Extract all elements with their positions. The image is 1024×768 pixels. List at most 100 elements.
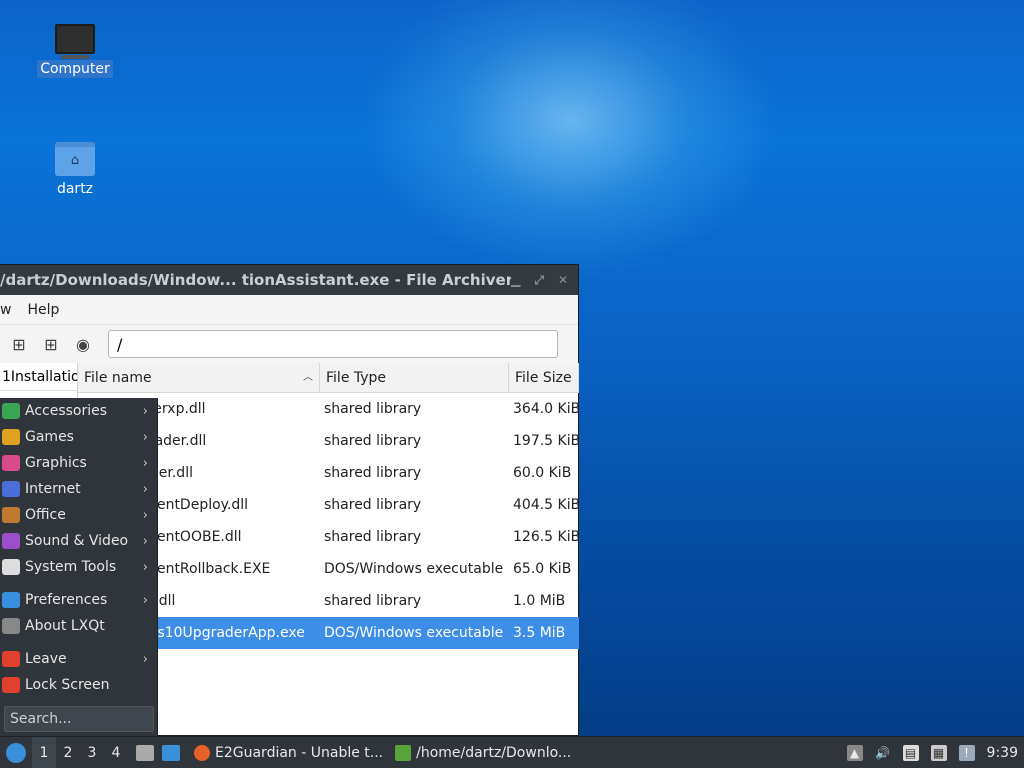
menu-item-sound-video[interactable]: Sound & Video › <box>0 528 157 554</box>
column-label: File name <box>84 370 152 386</box>
desktop-switch-1[interactable]: 1 <box>32 736 56 768</box>
category-icon <box>2 677 20 693</box>
menu-search-input[interactable]: Search... <box>4 706 154 732</box>
menu-item-office[interactable]: Office › <box>0 502 157 528</box>
category-icon <box>2 559 20 575</box>
file-manager-icon[interactable] <box>136 744 154 761</box>
chevron-right-icon: › <box>142 559 148 575</box>
category-icon <box>2 403 20 419</box>
clipboard-icon[interactable]: ▤ <box>902 744 919 761</box>
menu-item-label: Preferences <box>25 592 108 608</box>
menu-item-system-tools[interactable]: System Tools › <box>0 554 157 580</box>
volume-icon[interactable]: 🔊 <box>875 745 891 761</box>
menu-item-label: Accessories <box>25 403 108 419</box>
menu-item-about-lxqt[interactable]: About LXQt <box>0 613 157 639</box>
column-header-type[interactable]: File Type <box>320 363 509 393</box>
menubar: w Help <box>0 295 578 325</box>
lxqt-logo-icon <box>6 742 26 763</box>
menu-item-graphics[interactable]: Graphics › <box>0 450 157 476</box>
archive-icon <box>395 744 412 761</box>
desktop-icon-computer[interactable]: Computer <box>35 24 115 78</box>
minimize-icon[interactable]: ▁ <box>511 273 520 288</box>
window-titlebar[interactable]: /dartz/Downloads/Window... tionAssistant… <box>0 265 578 295</box>
application-menu: Accessories › Games › Graphics › Internet › Offi… <box>0 398 158 736</box>
menu-item-lock-screen[interactable]: Lock Screen <box>0 672 157 698</box>
add-file-icon[interactable]: ⊞ <box>10 335 28 354</box>
sidebar-item[interactable]: 1Installatio <box>0 363 77 391</box>
file-size: 126.5 KiB <box>513 529 579 545</box>
desktop-switch-2[interactable]: 2 <box>56 737 80 768</box>
wallpaper-glow <box>360 0 780 280</box>
system-tray: ▲ 🔊 ▤ ▦ ! 9:39 <box>846 744 1024 761</box>
menu-view[interactable]: w <box>0 302 27 318</box>
category-icon <box>2 651 20 667</box>
menu-item-leave[interactable]: Leave › <box>0 646 157 672</box>
desktop-icon-label: Computer <box>37 60 113 78</box>
file-type: shared library <box>324 433 422 449</box>
network-icon[interactable]: ▦ <box>930 744 947 761</box>
category-icon <box>2 429 20 445</box>
menu-item-games[interactable]: Games › <box>0 424 157 450</box>
sort-ascending-icon: ︿ <box>303 372 313 383</box>
task-e2guardian[interactable]: E2Guardian - Unable t... <box>188 744 389 761</box>
update-notification-icon[interactable]: ! <box>958 744 975 761</box>
desktop-icon-home[interactable]: ⌂ dartz <box>35 142 115 198</box>
desktop-switch-3[interactable]: 3 <box>80 737 104 768</box>
menu-item-internet[interactable]: Internet › <box>0 476 157 502</box>
file-size: 404.5 KiB <box>513 497 579 513</box>
task-file-archiver[interactable]: /home/dartz/Downlo... <box>389 744 577 761</box>
start-menu-button[interactable] <box>0 737 32 768</box>
file-type: shared library <box>324 401 422 417</box>
toolbar: ⊞ ⊞ ◉ / <box>0 325 578 363</box>
menu-item-label: System Tools <box>25 559 117 575</box>
menu-item-label: Games <box>25 429 74 445</box>
add-folder-icon[interactable]: ⊞ <box>42 335 60 354</box>
stop-icon[interactable]: ◉ <box>74 335 92 354</box>
window-title: /dartz/Downloads/Window... tionAssistant… <box>0 271 512 289</box>
menu-item-label: Graphics <box>25 455 87 471</box>
file-type: DOS/Windows executable <box>324 625 504 641</box>
file-type: shared library <box>324 529 422 545</box>
file-size: 197.5 KiB <box>513 433 579 449</box>
clock[interactable]: 9:39 <box>987 745 1018 761</box>
file-size: 60.0 KiB <box>513 465 572 481</box>
home-folder-icon: ⌂ <box>55 142 95 176</box>
file-list-header: File name ︿ File Type File Size <box>78 363 579 393</box>
show-desktop-icon[interactable] <box>162 744 180 761</box>
file-size: 65.0 KiB <box>513 561 572 577</box>
task-label: E2Guardian - Unable t... <box>215 744 384 761</box>
computer-icon <box>55 24 95 59</box>
category-icon <box>2 592 20 608</box>
desktop-icon-label: dartz <box>56 181 94 197</box>
file-type: shared library <box>324 465 422 481</box>
chevron-right-icon: › <box>142 507 148 523</box>
menu-item-label: About LXQt <box>25 618 105 634</box>
category-icon <box>2 481 20 497</box>
file-size: 3.5 MiB <box>513 625 566 641</box>
menu-item-label: Internet <box>25 481 81 497</box>
file-type: shared library <box>324 497 422 513</box>
menu-item-label: Office <box>25 507 66 523</box>
menu-item-label: Lock Screen <box>25 677 110 693</box>
category-icon <box>2 533 20 549</box>
menu-item-label: Sound & Video <box>25 533 129 549</box>
maximize-icon[interactable]: ⤢ <box>534 273 544 288</box>
location-input[interactable]: / <box>108 330 558 358</box>
category-icon <box>2 507 20 523</box>
menu-help[interactable]: Help <box>27 302 75 318</box>
task-label: /home/dartz/Downlo... <box>416 744 572 761</box>
menu-item-accessories[interactable]: Accessories › <box>0 398 157 424</box>
column-header-name[interactable]: File name ︿ <box>78 363 320 393</box>
close-icon[interactable]: ✕ <box>558 273 568 288</box>
menu-item-preferences[interactable]: Preferences › <box>0 587 157 613</box>
file-size: 364.0 KiB <box>513 401 579 417</box>
file-size: 1.0 MiB <box>513 593 566 609</box>
taskbar: 1234 E2Guardian - Unable t... /home/dart… <box>0 736 1024 768</box>
desktop-switch-4[interactable]: 4 <box>104 737 128 768</box>
column-header-size[interactable]: File Size <box>509 363 579 393</box>
chevron-right-icon: › <box>142 429 148 445</box>
eject-icon[interactable]: ▲ <box>846 744 863 761</box>
chevron-right-icon: › <box>142 455 148 471</box>
chevron-right-icon: › <box>142 403 148 419</box>
file-type: DOS/Windows executable <box>324 561 504 577</box>
